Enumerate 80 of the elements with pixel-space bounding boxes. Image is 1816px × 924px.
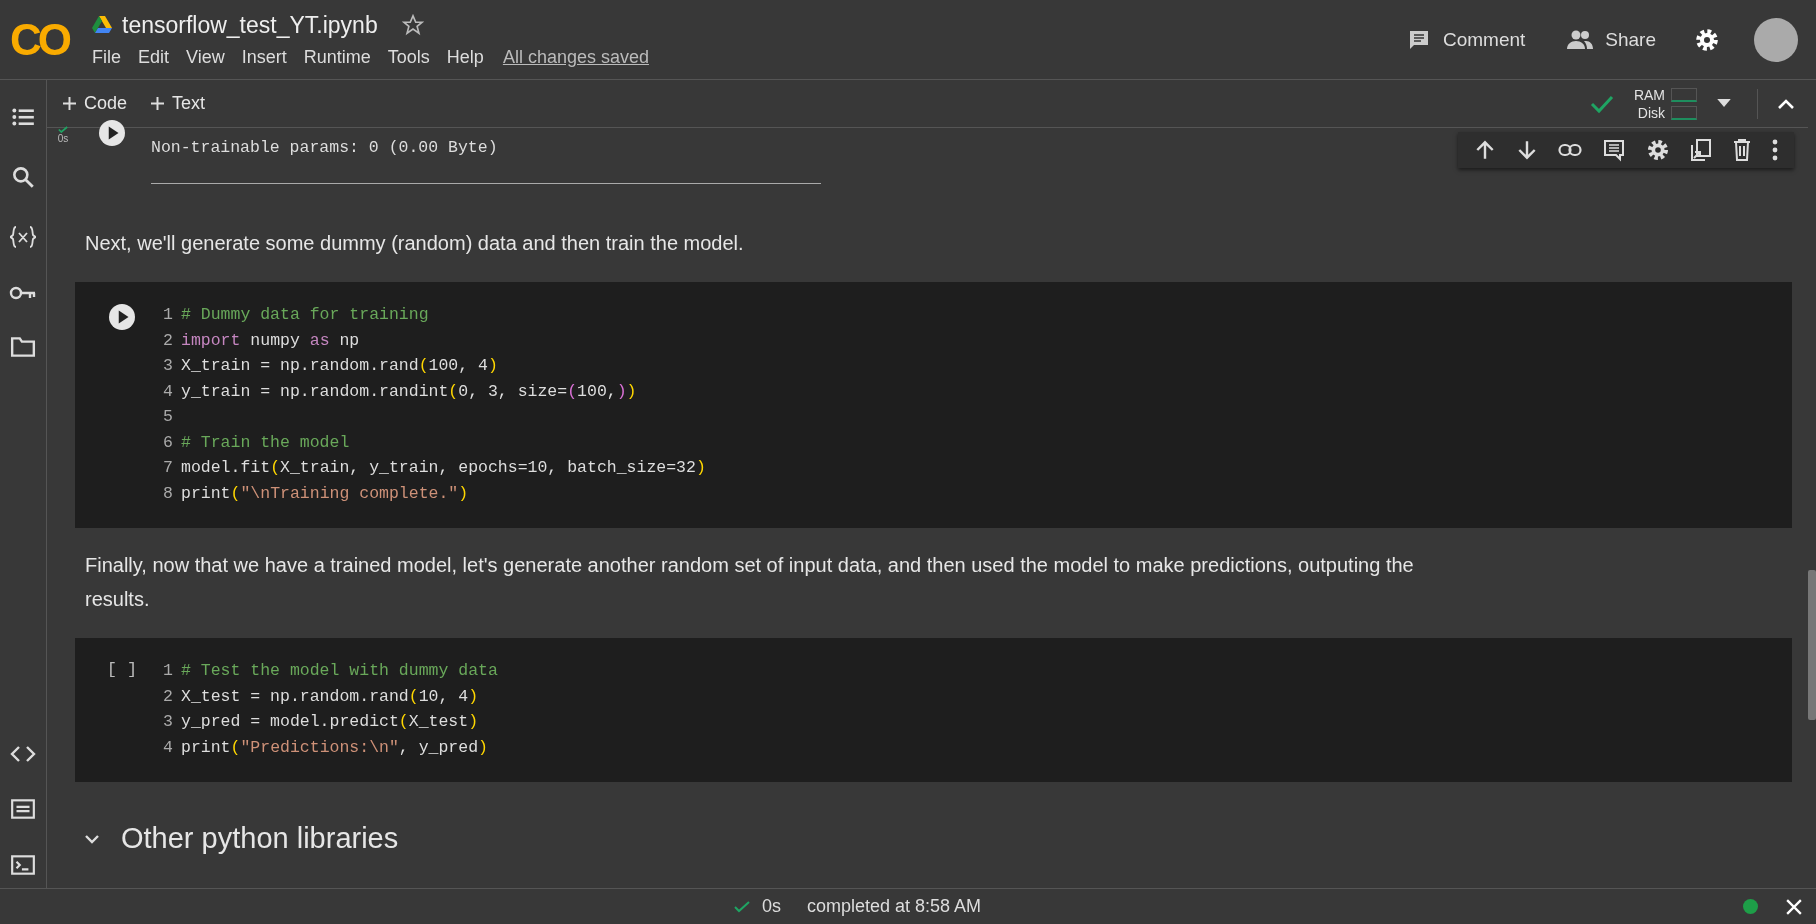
disk-meter (1671, 105, 1697, 120)
move-up-icon[interactable] (1474, 139, 1496, 161)
comment-icon[interactable] (1602, 138, 1626, 162)
share-button[interactable]: Share (1563, 24, 1660, 55)
code-cell[interactable] (75, 282, 1792, 528)
code-line: # Dummy data for training (181, 304, 429, 326)
line-number: 1 (162, 660, 173, 682)
command-palette-icon[interactable] (10, 798, 36, 820)
menu-item[interactable]: File (92, 46, 121, 68)
notebook-title[interactable]: tensorflow_test_YT.ipynb (122, 11, 378, 39)
output-text: Non-trainable params: 0 (0.00 Byte) (151, 138, 499, 157)
folder-icon[interactable] (10, 336, 36, 358)
delete-icon[interactable] (1732, 138, 1752, 162)
line-number: 2 (162, 329, 173, 352)
plus-icon (63, 97, 76, 110)
line-number: 3 (162, 355, 173, 377)
terminal-icon[interactable] (10, 854, 36, 876)
run-button[interactable] (109, 304, 135, 330)
line-number: 7 (162, 457, 173, 479)
menu-item[interactable]: Runtime (303, 46, 371, 68)
colab-logo[interactable]: CO (10, 14, 78, 65)
line-number: 5 (162, 406, 173, 428)
add-cell-button[interactable]: Text (149, 89, 208, 118)
run-button[interactable] (99, 120, 125, 146)
code-icon[interactable] (10, 744, 36, 764)
search-icon[interactable] (10, 164, 36, 190)
mirror-cell-icon[interactable] (1690, 138, 1712, 162)
menu-item[interactable]: View (186, 46, 225, 68)
code-line: model.fit(X_train, y_train, epochs=10, batch_size=32) (181, 457, 706, 479)
star-icon[interactable] (401, 14, 424, 36)
settings-icon[interactable] (1694, 26, 1720, 53)
people-icon (1567, 28, 1594, 51)
save-status-link[interactable]: All changes saved (502, 46, 649, 68)
execution-time: 0s (762, 896, 781, 917)
section-heading: Other python libraries (121, 822, 399, 855)
code-line: X_test = np.random.rand(10, 4) (181, 685, 479, 708)
code-line: X_train = np.random.rand(100, 4) (181, 355, 498, 377)
section-toggle-icon[interactable] (85, 833, 99, 844)
menu-item[interactable]: Help (446, 46, 484, 68)
line-number: 4 (162, 736, 173, 759)
code-cell[interactable]: [ ] 1 # Test the model with dummy data 2 X_test = np.random.rand(10, 4) 3 y_pred = model.predict(X_test) 4 print("Predictions:\n", y_pred) (75, 638, 1792, 782)
execution-prompt[interactable]: [ ] (106, 660, 138, 760)
drive-icon (92, 16, 112, 34)
key-icon[interactable] (9, 284, 37, 302)
scrollbar-thumb[interactable] (1808, 570, 1816, 720)
variables-icon[interactable] (9, 224, 37, 250)
link-icon[interactable] (1558, 143, 1582, 157)
menu-item[interactable]: Insert (241, 46, 287, 68)
menu-item[interactable]: Tools (387, 46, 430, 68)
line-number: 1 (162, 304, 173, 326)
move-down-icon[interactable] (1516, 139, 1538, 161)
execution-time: 0s (57, 133, 69, 144)
ram-label: RAM (1633, 86, 1665, 103)
more-options-icon[interactable] (1772, 139, 1778, 161)
avatar[interactable] (1754, 17, 1798, 62)
code-line: # Train the model (181, 431, 350, 454)
code-line: y_pred = model.predict(X_test) (181, 711, 479, 733)
markdown-text: Finally, now that we have a trained model, let's generate another random set of input data, and then used the model to make predictions, outputing the results. (85, 553, 1415, 612)
close-icon[interactable] (1786, 898, 1802, 915)
line-number: 2 (162, 685, 173, 708)
add-cell-button[interactable]: Code (61, 89, 130, 118)
plus-icon (151, 97, 165, 110)
collapse-icon[interactable] (1778, 98, 1794, 109)
disk-label: Disk (1637, 104, 1665, 121)
comment-button[interactable]: Comment (1402, 23, 1530, 56)
code-line: y_train = np.random.randint(0, 3, size=(100,)) (181, 380, 637, 403)
ram-meter (1671, 87, 1697, 102)
settings-icon[interactable] (1646, 138, 1670, 162)
line-number: 6 (162, 431, 173, 454)
code-line: # Test the model with dummy data (181, 660, 498, 682)
code-line: import numpy as np (181, 329, 360, 352)
line-number: 4 (162, 380, 173, 403)
code-line: print("\nTraining complete.") (181, 482, 469, 505)
dropdown-icon[interactable] (1717, 99, 1731, 108)
menu-item[interactable]: Edit (138, 46, 170, 68)
code-line: print("Predictions:\n", y_pred) (181, 736, 488, 759)
markdown-text: Next, we'll generate some dummy (random) data and then train the model. (85, 231, 745, 256)
line-number: 8 (162, 482, 173, 505)
line-number: 3 (162, 711, 173, 733)
status-message: completed at 8:58 AM (807, 896, 982, 917)
